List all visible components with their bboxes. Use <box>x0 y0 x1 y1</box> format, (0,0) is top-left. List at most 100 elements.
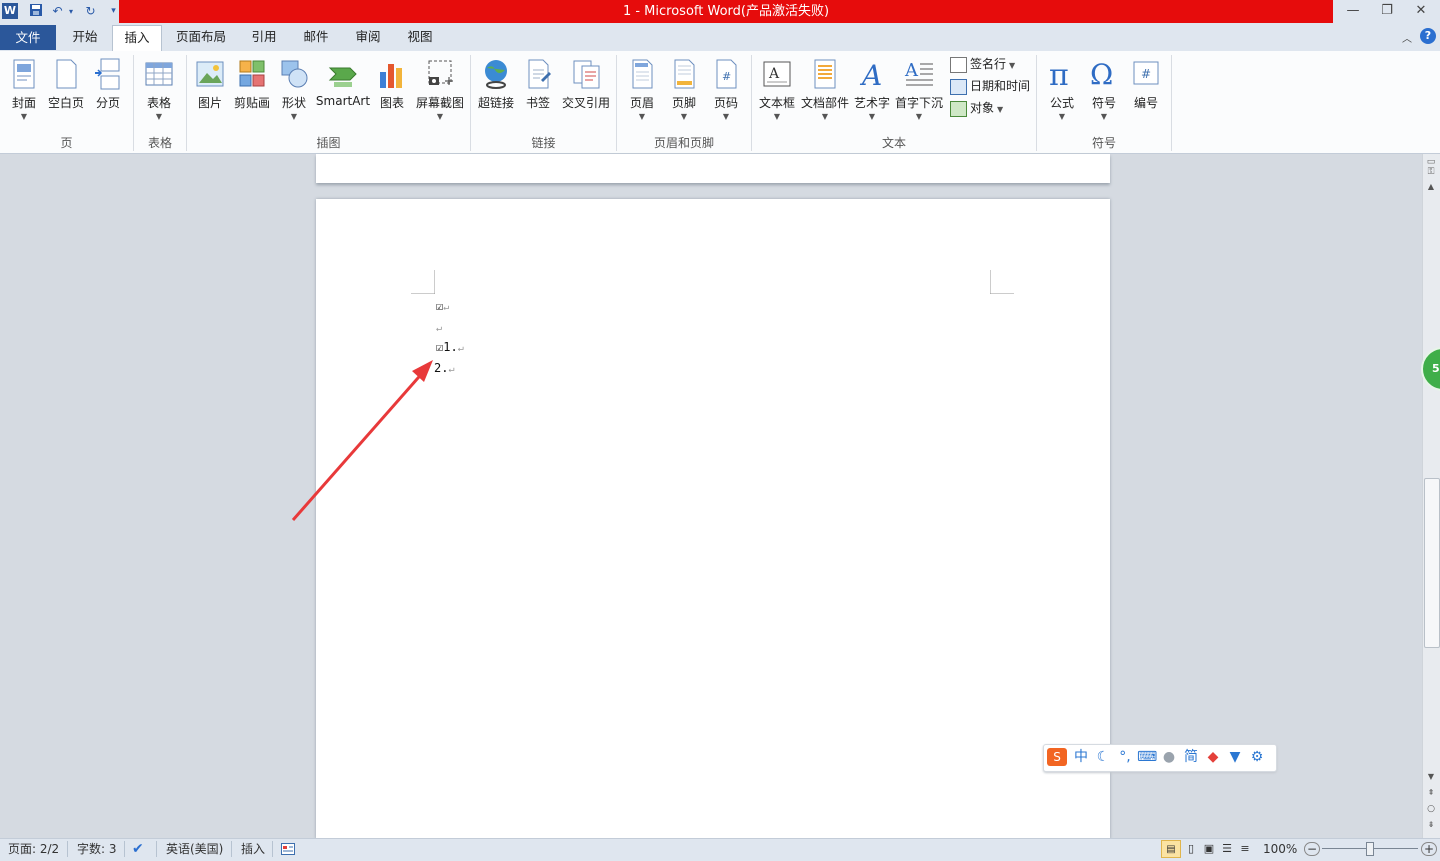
page-count[interactable]: 页面: 2/2 <box>8 840 59 858</box>
word-count[interactable]: 字数: 3 <box>77 840 117 858</box>
quick-parts-label: 文档部件 <box>800 96 849 110</box>
tab-mailings[interactable]: 邮件 <box>295 25 337 49</box>
quick-parts-button[interactable]: 文档部件 ▼ <box>800 56 850 126</box>
scroll-down-icon[interactable]: ▼ <box>1424 772 1438 784</box>
tab-page-layout[interactable]: 页面布局 <box>168 25 234 49</box>
ime-logo-icon[interactable]: S <box>1047 748 1067 766</box>
language-status[interactable]: 英语(美国) <box>166 840 223 858</box>
print-layout-view-icon[interactable]: ▤ <box>1161 840 1181 858</box>
object-button[interactable]: 对象 ▼ <box>950 98 1003 118</box>
skin-icon[interactable]: ▼ <box>1225 748 1245 766</box>
date-time-button[interactable]: 日期和时间 <box>950 76 1030 96</box>
picture-button[interactable]: 图片 <box>192 56 228 126</box>
bookmark-button[interactable]: 书签 <box>521 56 555 126</box>
screenshot-button[interactable]: 屏幕截图 ▼ <box>413 56 467 126</box>
smartart-button[interactable]: SmartArt <box>315 56 371 126</box>
document-line[interactable]: ↵ <box>436 318 442 336</box>
reading-view-icon[interactable]: ▯ <box>1183 840 1199 858</box>
outline-view-icon[interactable]: ☰ <box>1219 840 1235 858</box>
undo-icon[interactable]: ↶ <box>49 3 66 20</box>
zoom-level[interactable]: 100% <box>1263 840 1297 858</box>
undo-dropdown-icon[interactable]: ▾ <box>66 3 76 20</box>
signature-line-button[interactable]: 签名行 ▼ <box>950 54 1015 74</box>
table-button[interactable]: 表格 ▼ <box>140 56 178 126</box>
redo-icon[interactable]: ↻ <box>82 3 99 20</box>
chevron-down-icon: ▼ <box>997 105 1004 114</box>
zoom-out-button[interactable]: − <box>1304 842 1320 856</box>
scrollbar-thumb[interactable] <box>1424 478 1440 648</box>
scroll-up-icon[interactable]: ▲ <box>1424 182 1438 194</box>
shapes-button[interactable]: 形状 ▼ <box>276 56 312 126</box>
word-app-icon[interactable]: W <box>2 3 18 19</box>
hyperlink-label: 超链接 <box>477 96 514 110</box>
minimize-ribbon-icon[interactable]: ︿ <box>1400 30 1414 45</box>
user-icon[interactable]: ● <box>1159 748 1179 766</box>
close-button[interactable]: ✕ <box>1406 2 1436 20</box>
status-divider <box>156 841 157 857</box>
macro-record-icon[interactable] <box>281 840 295 858</box>
status-divider <box>67 841 68 857</box>
object-label: 对象 <box>970 101 995 115</box>
tab-insert[interactable]: 插入 <box>112 25 162 52</box>
browse-object-icon[interactable]: ○ <box>1424 804 1438 816</box>
chevron-down-icon: ▼ <box>722 112 730 121</box>
drop-cap-label: 首字下沉 <box>894 96 943 110</box>
page-number-label: 页码 <box>713 96 738 110</box>
tab-review[interactable]: 审阅 <box>347 25 389 49</box>
group-divider <box>1171 55 1172 151</box>
game-icon[interactable]: ◆ <box>1203 748 1223 766</box>
drop-cap-button[interactable]: A 首字下沉 ▼ <box>894 56 944 126</box>
equation-button[interactable]: π 公式 ▼ <box>1042 56 1082 126</box>
cross-reference-button[interactable]: 交叉引用 <box>558 56 614 126</box>
clip-art-button[interactable]: 剪贴画 <box>231 56 273 126</box>
page-break-button[interactable]: 分页 <box>89 56 127 126</box>
ime-chinese-mode[interactable]: 中 <box>1071 748 1091 766</box>
cover-page-button[interactable]: 封面 ▼ <box>4 56 44 126</box>
zoom-slider-thumb[interactable] <box>1366 842 1374 856</box>
moon-icon[interactable]: ☾ <box>1093 748 1113 766</box>
restore-button[interactable]: ❐ <box>1372 2 1402 20</box>
previous-page-icon[interactable]: ⇞ <box>1424 788 1438 800</box>
smartart-label: SmartArt <box>315 94 371 108</box>
minimize-button[interactable]: — <box>1338 2 1368 20</box>
wordart-button[interactable]: A 艺术字 ▼ <box>852 56 892 126</box>
text-box-icon: A <box>763 61 791 87</box>
chart-button[interactable]: 图表 <box>374 56 410 126</box>
omega-icon: Ω <box>1090 58 1113 90</box>
svg-text:A: A <box>768 66 780 82</box>
screenshot-icon <box>428 60 453 85</box>
smartart-icon <box>328 67 357 87</box>
save-icon[interactable] <box>27 3 44 20</box>
proofing-icon[interactable]: ✔ <box>132 840 144 858</box>
symbol-button[interactable]: Ω 符号 ▼ <box>1084 56 1124 126</box>
header-button[interactable]: 页眉 ▼ <box>624 56 660 126</box>
insert-mode-status[interactable]: 插入 <box>241 840 265 858</box>
punctuation-icon[interactable]: °, <box>1115 748 1135 766</box>
tab-home[interactable]: 开始 <box>62 25 108 49</box>
tab-file[interactable]: 文件 <box>0 25 56 50</box>
draft-view-icon[interactable]: ≡ <box>1237 840 1253 858</box>
signature-line-label: 签名行 <box>970 57 1007 71</box>
ime-simplified-mode[interactable]: 简 <box>1181 748 1201 766</box>
next-page-icon[interactable]: ⇟ <box>1424 820 1438 832</box>
text-box-button[interactable]: A 文本框 ▼ <box>756 56 798 126</box>
web-layout-icon[interactable]: ▣ <box>1201 840 1217 858</box>
blank-page-button[interactable]: 空白页 <box>45 56 87 126</box>
keyboard-icon[interactable]: ⌨ <box>1137 748 1157 766</box>
ruler-toggle-icon[interactable]: ▭ ⚿ <box>1424 157 1438 179</box>
gear-icon[interactable]: ⚙ <box>1247 748 1267 766</box>
side-badge[interactable]: 55 <box>1421 347 1440 391</box>
hyperlink-button[interactable]: 超链接 <box>475 56 517 126</box>
chevron-down-icon: ▼ <box>868 112 876 121</box>
tab-view[interactable]: 视图 <box>399 25 441 49</box>
footer-button[interactable]: 页脚 ▼ <box>666 56 702 126</box>
help-icon[interactable]: ? <box>1420 28 1436 44</box>
numbering-button[interactable]: # 编号 <box>1126 56 1166 126</box>
tab-references[interactable]: 引用 <box>243 25 285 49</box>
status-divider <box>272 841 273 857</box>
document-line[interactable]: ☑↵ <box>436 297 449 315</box>
zoom-in-button[interactable]: + <box>1421 842 1437 856</box>
page-break-icon <box>95 58 120 90</box>
page-number-button[interactable]: # 页码 ▼ <box>708 56 744 126</box>
clip-art-label: 剪贴画 <box>233 96 270 110</box>
